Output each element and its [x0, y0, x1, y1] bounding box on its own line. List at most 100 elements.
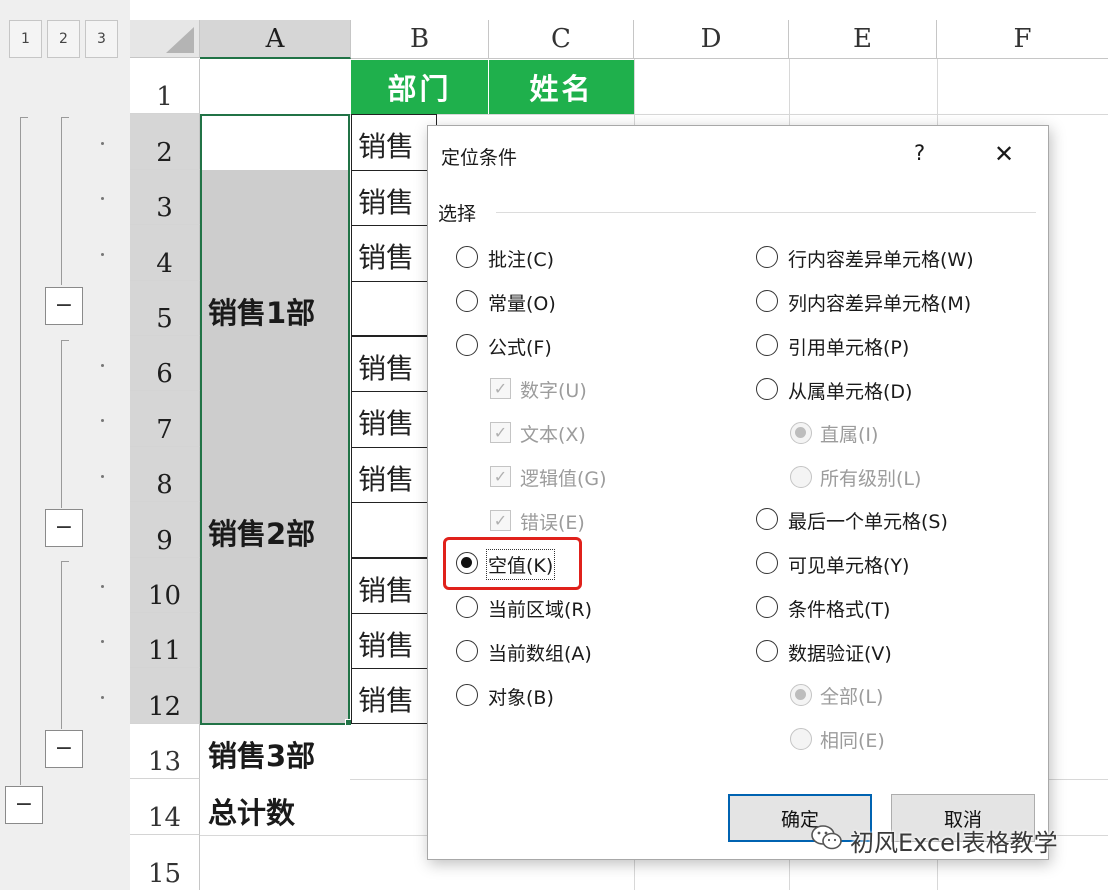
option-label: 最后一个单元格(S) — [788, 511, 948, 533]
wechat-logo-icon — [810, 823, 844, 853]
column-header-e[interactable]: E — [789, 20, 937, 59]
option-label: 当前区域(R) — [488, 599, 593, 621]
detail-dot — [101, 253, 104, 256]
group-bracket-top — [61, 340, 69, 341]
cell-b[interactable]: 销售 — [351, 391, 437, 447]
group-bracket-line — [61, 340, 62, 508]
radio-icon — [756, 246, 778, 268]
outline-level-2-button[interactable]: 2 — [47, 20, 80, 58]
option-visible-cells[interactable]: 可见单元格(Y) — [756, 550, 1036, 578]
row-header[interactable]: 6 — [130, 336, 200, 391]
option-data-validation[interactable]: 数据验证(V) — [756, 638, 1036, 666]
cell-a-sales-1[interactable]: 销售1部 — [208, 290, 315, 332]
option-label: 公式(F) — [488, 337, 552, 359]
row-header[interactable]: 3 — [130, 170, 200, 225]
cell-a-sales-3[interactable]: 销售3部 — [208, 733, 315, 775]
cell-b-text: 销售 — [358, 241, 415, 274]
option-label: 从属单元格(D) — [788, 381, 913, 403]
option-formulas[interactable]: 公式(F) — [456, 332, 656, 360]
outline-level-1-button[interactable]: 1 — [9, 20, 42, 58]
cell-a-total[interactable]: 总计数 — [208, 790, 295, 832]
help-button[interactable]: ? — [914, 141, 925, 165]
cell-b[interactable]: 销售 — [351, 225, 437, 281]
selection-border — [200, 114, 350, 725]
radio-icon — [756, 508, 778, 530]
option-label: 列内容差异单元格(M) — [788, 293, 972, 315]
row-header[interactable]: 8 — [130, 447, 200, 502]
group-bracket-top — [61, 561, 69, 562]
option-last-cell[interactable]: 最后一个单元格(S) — [756, 506, 1036, 534]
option-comments[interactable]: 批注(C) — [456, 244, 656, 272]
collapse-group-button[interactable]: − — [45, 509, 83, 547]
cell-b-blank[interactable] — [351, 281, 437, 336]
header-cell-dept[interactable]: 部门 — [351, 60, 489, 114]
row-header[interactable]: 5 — [130, 281, 200, 336]
cell-b-blank[interactable] — [351, 502, 437, 558]
collapse-group-button[interactable]: − — [45, 287, 83, 325]
radio-disabled-icon — [790, 422, 812, 444]
group-bracket-line — [61, 117, 62, 285]
option-label: 所有级别(L) — [820, 468, 922, 490]
checkbox-label: 错误(E) — [520, 512, 585, 534]
radio-icon — [456, 596, 478, 618]
option-label: 批注(C) — [488, 249, 555, 271]
option-label: 相同(E) — [820, 730, 885, 752]
outline-level-3-button[interactable]: 3 — [85, 20, 118, 58]
watermark-text: 初风Excel表格教学 — [850, 829, 1058, 857]
radio-icon — [456, 684, 478, 706]
header-cell-name[interactable]: 姓名 — [489, 60, 634, 114]
row-header[interactable]: 13 — [130, 724, 200, 779]
column-header-c[interactable]: C — [489, 20, 634, 59]
row-header[interactable]: 9 — [130, 502, 200, 558]
radio-icon — [756, 552, 778, 574]
cell-b[interactable]: 销售 — [351, 170, 437, 225]
cell-b[interactable]: 销售 — [351, 668, 437, 724]
cell-b[interactable]: 销售 — [351, 447, 437, 502]
column-header-b[interactable]: B — [351, 20, 489, 59]
checkmark-icon: ✓ — [490, 422, 511, 443]
option-conditional-formats[interactable]: 条件格式(T) — [756, 594, 1036, 622]
row-header[interactable]: 7 — [130, 391, 200, 447]
collapse-all-button[interactable]: − — [5, 786, 43, 824]
option-dependents[interactable]: 从属单元格(D) — [756, 376, 1036, 404]
column-header-a[interactable]: A — [200, 20, 351, 59]
cell-b[interactable]: 销售 — [351, 114, 437, 170]
cell-a-sales-2[interactable]: 销售2部 — [208, 511, 315, 553]
cell-b[interactable]: 销售 — [351, 558, 437, 613]
option-current-array[interactable]: 当前数组(A) — [456, 638, 656, 666]
option-label: 对象(B) — [488, 687, 554, 709]
row-header[interactable]: 15 — [130, 835, 200, 890]
go-to-special-dialog: 定位条件 ? ✕ 选择 批注(C) 常量(O) 公式(F) ✓ 数字(U) ✓ … — [427, 125, 1049, 860]
option-current-region[interactable]: 当前区域(R) — [456, 594, 656, 622]
option-precedents[interactable]: 引用单元格(P) — [756, 332, 1036, 360]
row-header[interactable]: 1 — [130, 59, 200, 114]
checkmark-icon: ✓ — [490, 510, 511, 531]
option-validation-same: 相同(E) — [790, 726, 970, 754]
detail-dot — [101, 696, 104, 699]
section-divider — [496, 212, 1036, 213]
checkbox-logicals: ✓ 逻辑值(G) — [490, 464, 670, 492]
radio-icon — [756, 334, 778, 356]
row-header[interactable]: 12 — [130, 668, 200, 724]
radio-icon — [756, 290, 778, 312]
cell-b-text: 销售 — [358, 629, 415, 662]
row-header[interactable]: 4 — [130, 225, 200, 281]
cell-b-text: 销售 — [358, 463, 415, 496]
radio-disabled-icon — [790, 728, 812, 750]
column-header-d[interactable]: D — [634, 20, 789, 59]
cell-b[interactable]: 销售 — [351, 336, 437, 391]
cell-b[interactable]: 销售 — [351, 613, 437, 668]
option-row-differences[interactable]: 行内容差异单元格(W) — [756, 244, 1036, 272]
detail-dot — [101, 197, 104, 200]
cell-b-text: 销售 — [358, 186, 415, 219]
collapse-group-button[interactable]: − — [45, 730, 83, 768]
column-header-f[interactable]: F — [937, 20, 1108, 59]
row-header[interactable]: 2 — [130, 114, 200, 170]
row-header[interactable]: 11 — [130, 613, 200, 668]
row-header[interactable]: 10 — [130, 558, 200, 613]
row-header[interactable]: 14 — [130, 779, 200, 835]
close-button[interactable]: ✕ — [994, 140, 1014, 168]
option-constants[interactable]: 常量(O) — [456, 288, 656, 316]
option-objects[interactable]: 对象(B) — [456, 682, 656, 710]
option-column-differences[interactable]: 列内容差异单元格(M) — [756, 288, 1036, 316]
